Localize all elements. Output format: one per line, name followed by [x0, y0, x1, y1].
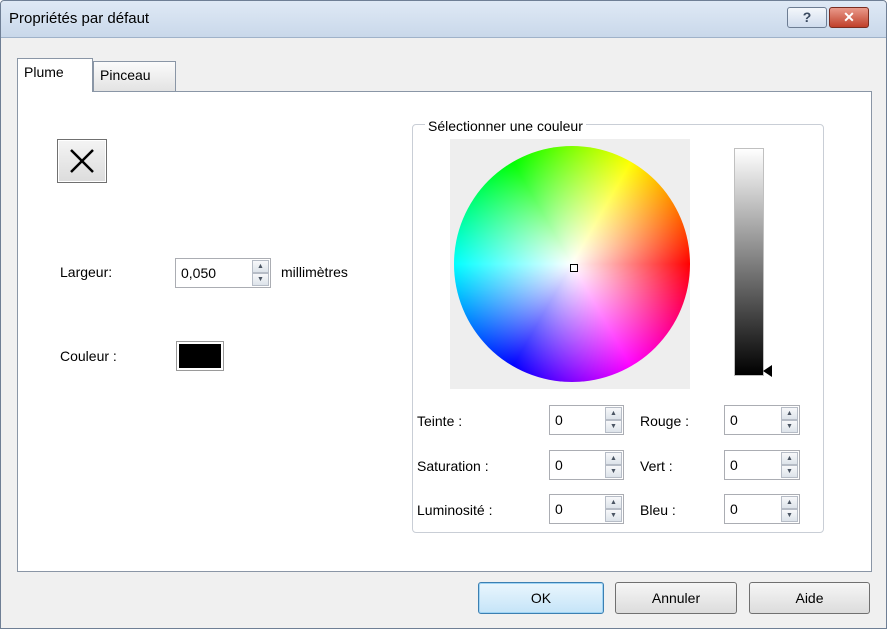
tab-pinceau-label: Pinceau — [100, 67, 151, 83]
tab-panel: Largeur: 0,050 ▲ ▼ millimètres Couleur :… — [17, 91, 872, 572]
spin-up-icon[interactable]: ▲ — [781, 452, 798, 465]
spin-up-icon[interactable]: ▲ — [781, 407, 798, 420]
green-label: Vert : — [640, 458, 673, 474]
color-picker-title: Sélectionner une couleur — [425, 118, 586, 134]
ok-button[interactable]: OK — [478, 582, 604, 614]
hue-spin-arrows[interactable]: ▲ ▼ — [605, 407, 622, 433]
hue-value: 0 — [555, 412, 563, 428]
dialog-window: Propriétés par défaut ? ✕ Plume Pinceau … — [0, 0, 887, 629]
cancel-button[interactable]: Annuler — [615, 582, 737, 614]
luminosity-spin-arrows[interactable]: ▲ ▼ — [605, 496, 622, 522]
spin-up-icon[interactable]: ▲ — [252, 260, 269, 273]
saturation-spin-arrows[interactable]: ▲ ▼ — [605, 452, 622, 478]
pen-style-button[interactable] — [57, 139, 107, 183]
width-value: 0,050 — [181, 265, 217, 281]
saturation-value: 0 — [555, 457, 563, 473]
width-spin-arrows[interactable]: ▲ ▼ — [252, 260, 269, 286]
luminance-slider[interactable] — [734, 148, 764, 376]
red-value: 0 — [730, 412, 738, 428]
spin-up-icon[interactable]: ▲ — [605, 496, 622, 509]
color-wheel[interactable] — [454, 146, 690, 382]
tab-pinceau[interactable]: Pinceau — [93, 61, 176, 91]
spin-down-icon[interactable]: ▼ — [605, 465, 622, 478]
tab-plume-label: Plume — [24, 64, 64, 80]
spin-down-icon[interactable]: ▼ — [781, 465, 798, 478]
spin-up-icon[interactable]: ▲ — [781, 496, 798, 509]
wheel-cursor-handle[interactable] — [570, 264, 578, 272]
width-unit-label: millimètres — [281, 264, 348, 280]
blue-label: Bleu : — [640, 502, 676, 518]
spin-down-icon[interactable]: ▼ — [781, 509, 798, 522]
blue-spinner[interactable]: 0 ▲ ▼ — [724, 494, 800, 524]
hue-label: Teinte : — [417, 413, 463, 429]
green-spinner[interactable]: 0 ▲ ▼ — [724, 450, 800, 480]
width-spinner[interactable]: 0,050 ▲ ▼ — [175, 258, 271, 288]
saturation-label: Saturation : — [417, 458, 489, 474]
cancel-button-label: Annuler — [651, 590, 701, 606]
tab-plume[interactable]: Plume — [17, 58, 93, 92]
help-title-button[interactable]: ? — [787, 7, 827, 28]
width-label: Largeur: — [60, 264, 113, 280]
green-value: 0 — [730, 457, 738, 473]
hue-spinner[interactable]: 0 ▲ ▼ — [549, 405, 624, 435]
ok-button-label: OK — [530, 590, 552, 606]
red-label: Rouge : — [640, 413, 690, 429]
red-spinner[interactable]: 0 ▲ ▼ — [724, 405, 800, 435]
help-button-label: Aide — [795, 590, 824, 606]
color-wheel-area — [450, 139, 690, 389]
color-label: Couleur : — [60, 348, 117, 364]
blue-value: 0 — [730, 501, 738, 517]
luminosity-value: 0 — [555, 501, 563, 517]
red-spin-arrows[interactable]: ▲ ▼ — [781, 407, 798, 433]
close-icon: ✕ — [843, 9, 855, 25]
spin-down-icon[interactable]: ▼ — [605, 420, 622, 433]
spin-down-icon[interactable]: ▼ — [781, 420, 798, 433]
luminosity-label: Luminosité : — [417, 502, 493, 518]
title-bar[interactable]: Propriétés par défaut ? ✕ — [1, 1, 886, 38]
question-icon: ? — [802, 9, 812, 25]
spin-down-icon[interactable]: ▼ — [252, 273, 269, 286]
color-swatch — [179, 344, 221, 368]
blue-spin-arrows[interactable]: ▲ ▼ — [781, 496, 798, 522]
luminance-pointer-icon[interactable] — [763, 365, 772, 377]
spin-up-icon[interactable]: ▲ — [605, 407, 622, 420]
help-button[interactable]: Aide — [749, 582, 870, 614]
green-spin-arrows[interactable]: ▲ ▼ — [781, 452, 798, 478]
window-title: Propriétés par défaut — [9, 10, 150, 27]
saturation-spinner[interactable]: 0 ▲ ▼ — [549, 450, 624, 480]
luminosity-spinner[interactable]: 0 ▲ ▼ — [549, 494, 624, 524]
spin-up-icon[interactable]: ▲ — [605, 452, 622, 465]
x-icon — [70, 149, 94, 173]
color-swatch-button[interactable] — [176, 341, 224, 371]
spin-down-icon[interactable]: ▼ — [605, 509, 622, 522]
close-button[interactable]: ✕ — [829, 7, 869, 28]
